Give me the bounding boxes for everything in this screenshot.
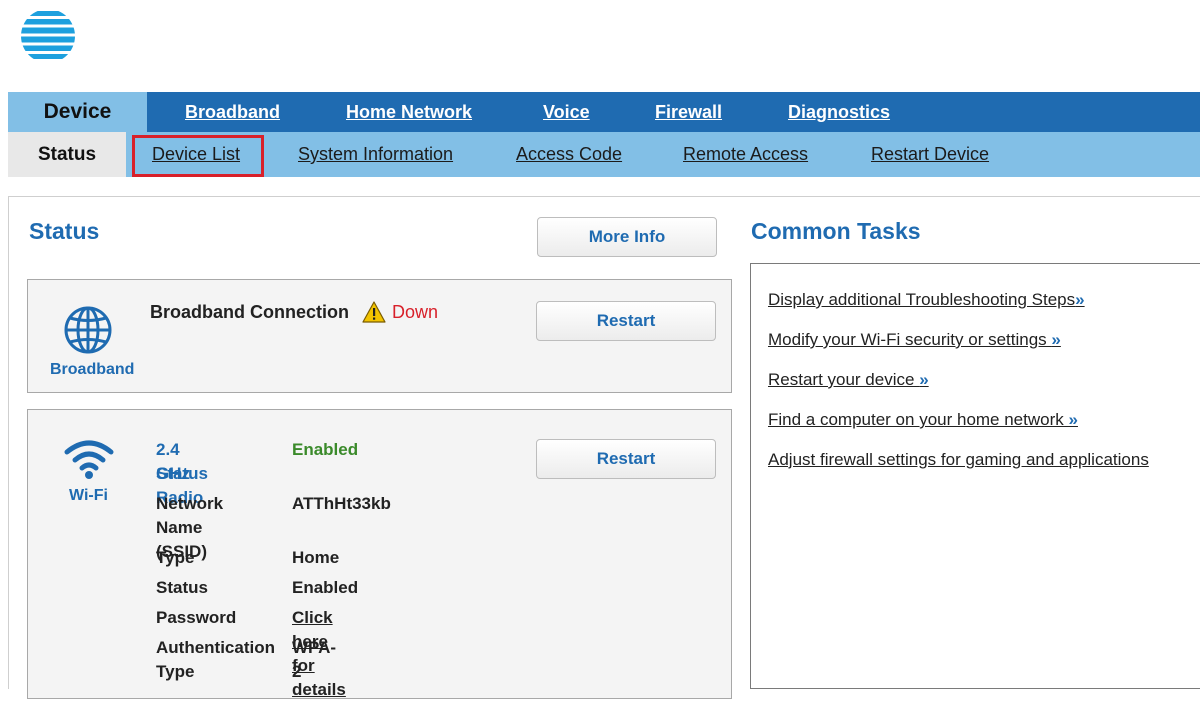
sub-nav: Status Device List System Information Ac… [8, 132, 1200, 177]
task-firewall-settings-link[interactable]: Adjust firewall settings for gaming and … [768, 450, 1149, 470]
task-find-computer-link[interactable]: Find a computer on your home network » [768, 410, 1078, 430]
task-troubleshooting-link[interactable]: Display additional Troubleshooting Steps… [768, 290, 1085, 310]
broadband-status-value: Down [392, 302, 439, 322]
subtab-system-information[interactable]: System Information [298, 132, 453, 177]
task-restart-device-link[interactable]: Restart your device » [768, 370, 929, 390]
radio-status-label-2: Status [156, 464, 208, 483]
task-link-text: Find a computer on your home network [768, 410, 1069, 429]
warning-icon [362, 301, 386, 323]
raquo-icon: » [1068, 410, 1078, 429]
tab-device[interactable]: Device [8, 92, 147, 132]
top-nav: Device Broadband Home Network Voice Fire… [8, 92, 1200, 132]
task-link-text: Modify your Wi-Fi security or settings [768, 330, 1052, 349]
task-wifi-settings-link[interactable]: Modify your Wi-Fi security or settings » [768, 330, 1061, 350]
task-link-text: Display additional Troubleshooting Steps [768, 290, 1076, 309]
raquo-icon: » [919, 370, 929, 389]
wifi-status-label: Status [156, 578, 208, 597]
auth-type-label: Authentication [156, 638, 275, 657]
att-globe-icon [21, 9, 75, 63]
common-tasks-box [750, 263, 1200, 689]
task-link-text: Restart your device [768, 370, 920, 389]
tab-home-network[interactable]: Home Network [346, 92, 472, 132]
tab-voice[interactable]: Voice [543, 92, 590, 132]
status-title: Status [29, 218, 100, 244]
type-value: Home [292, 548, 340, 567]
radio-status-value: Enabled [292, 440, 359, 459]
auth-type-label-2: Type [156, 662, 195, 681]
auth-type-value: WPA-2 [292, 638, 337, 681]
tab-firewall[interactable]: Firewall [655, 92, 722, 132]
subtab-access-code[interactable]: Access Code [516, 132, 622, 177]
broadband-restart-button[interactable]: Restart [536, 301, 716, 341]
subtab-device-list[interactable]: Device List [152, 132, 240, 177]
raquo-icon: » [1075, 290, 1085, 309]
subtab-restart-device[interactable]: Restart Device [871, 132, 989, 177]
tab-diagnostics[interactable]: Diagnostics [788, 92, 890, 132]
raquo-icon: » [1051, 330, 1061, 349]
more-info-button[interactable]: More Info [537, 217, 717, 257]
globe-icon [64, 306, 112, 354]
wifi-restart-button[interactable]: Restart [536, 439, 716, 479]
broadband-connection-label: Broadband Connection [150, 302, 349, 322]
ssid-label: Network [156, 494, 224, 513]
common-tasks-title: Common Tasks [751, 218, 921, 244]
subtab-remote-access[interactable]: Remote Access [683, 132, 808, 177]
tab-broadband[interactable]: Broadband [185, 92, 280, 132]
task-link-text: Adjust firewall settings for gaming and … [768, 450, 1149, 469]
wifi-status-value: Enabled [292, 578, 359, 597]
broadband-icon-label: Broadband [50, 361, 135, 378]
subtab-status[interactable]: Status [8, 132, 126, 177]
password-label: Password [156, 608, 237, 627]
ssid-value: ATThHt33kb [292, 494, 391, 513]
wifi-icon [64, 440, 114, 479]
type-label: Type [156, 548, 195, 567]
wifi-icon-label: Wi-Fi [69, 487, 108, 504]
